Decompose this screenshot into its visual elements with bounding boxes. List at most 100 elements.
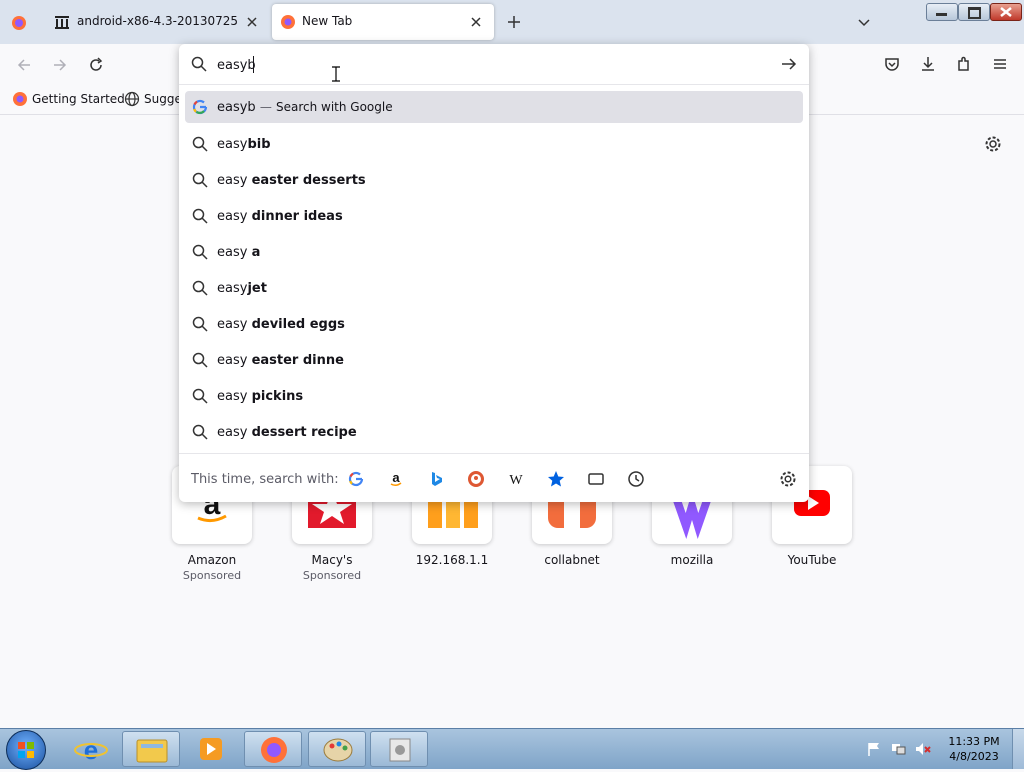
archive-icon	[55, 16, 69, 29]
firefox-icon	[261, 737, 287, 763]
firefox-view-button[interactable]	[8, 12, 30, 34]
suggestion-completion: dessert recipe	[251, 424, 357, 440]
close-icon[interactable]	[244, 14, 260, 30]
suggestion-row[interactable]: easy pickins	[185, 380, 803, 412]
firefox-icon	[281, 15, 295, 29]
forward-arrow-icon[interactable]	[52, 57, 68, 73]
url-input[interactable]	[217, 55, 737, 75]
suggestion-row[interactable]: easy dessert recipe	[185, 416, 803, 448]
suggestion-completion: jet	[247, 280, 267, 296]
search-icon	[192, 280, 208, 296]
taskbar-virtualbox[interactable]	[370, 731, 428, 767]
search-icon	[192, 352, 208, 368]
reload-icon[interactable]	[88, 57, 104, 73]
suggestion-row[interactable]: easy easter dinne	[185, 344, 803, 376]
paint-palette-icon	[323, 738, 353, 762]
close-icon	[1000, 7, 1012, 17]
taskbar-firefox[interactable]	[244, 731, 302, 767]
suggestion-completion: pickins	[251, 388, 304, 404]
tab-new-tab[interactable]: New Tab	[272, 4, 494, 40]
wikipedia-icon[interactable]: W	[507, 470, 525, 488]
suggestion-row[interactable]: easy easter desserts	[185, 164, 803, 196]
suggestion-completion: bib	[247, 136, 271, 152]
search-with-label: This time, search with:	[191, 472, 339, 487]
search-icon	[192, 136, 208, 152]
suggestion-search-with-google[interactable]: easyb — Search with Google	[185, 91, 803, 123]
separator: —	[259, 99, 272, 114]
clock-time: 11:33 PM	[948, 735, 1000, 748]
duckduckgo-icon[interactable]	[467, 470, 485, 488]
gear-icon[interactable]	[779, 470, 797, 488]
network-icon[interactable]	[890, 741, 906, 757]
tab-android-x86[interactable]: android-x86-4.3-20130725 : Free	[44, 4, 270, 40]
suggestion-prefix: easy	[217, 136, 248, 152]
tile-label: collabnet	[544, 553, 600, 567]
close-window-button[interactable]	[990, 3, 1022, 21]
system-clock[interactable]: 11:33 PM 4/8/2023	[944, 734, 1004, 764]
globe-icon	[124, 91, 140, 107]
search-icon	[191, 56, 207, 72]
suggestion-prefix: easy	[217, 172, 252, 188]
flag-icon[interactable]	[866, 741, 882, 757]
suggestion-completion: easter desserts	[251, 172, 366, 188]
suggestion-completion: a	[251, 244, 261, 260]
suggestion-row[interactable]: easy deviled eggs	[185, 308, 803, 340]
bing-icon[interactable]	[427, 470, 445, 488]
maximize-button[interactable]	[958, 3, 990, 21]
volume-muted-icon[interactable]	[914, 741, 932, 757]
firefox-icon	[13, 92, 27, 106]
search-engine-bar: This time, search with: a W	[179, 453, 809, 503]
gear-icon[interactable]	[984, 135, 1002, 153]
hamburger-menu-icon[interactable]	[992, 56, 1008, 72]
search-icon	[192, 208, 208, 224]
back-arrow-icon[interactable]	[16, 57, 32, 73]
new-tab-plus-icon[interactable]	[506, 14, 522, 30]
bookmark-label: Getting Started	[32, 92, 125, 106]
extensions-icon[interactable]	[956, 56, 972, 72]
tile-sponsored-label: Sponsored	[302, 569, 362, 582]
urlbar-popup: easyb — Search with Google easybib easy …	[179, 44, 809, 502]
suggestion-prefix: easy	[217, 280, 248, 296]
taskbar-explorer[interactable]	[122, 731, 180, 767]
minimize-button[interactable]	[926, 3, 958, 21]
suggestion-row[interactable]: easy a	[185, 236, 803, 268]
google-icon[interactable]	[347, 470, 365, 488]
bookmarks-star-icon[interactable]	[547, 470, 565, 488]
history-clock-icon[interactable]	[627, 470, 645, 488]
ibeam-cursor-icon	[332, 66, 340, 82]
suggestion-completion: dinner ideas	[251, 208, 343, 224]
start-button[interactable]	[6, 730, 46, 770]
search-icon	[192, 244, 208, 260]
media-player-icon	[200, 738, 222, 760]
download-icon[interactable]	[920, 56, 936, 72]
taskbar-media-player[interactable]	[182, 731, 240, 767]
search-icon	[192, 172, 208, 188]
go-arrow-icon[interactable]	[781, 56, 797, 72]
taskbar-paint[interactable]	[308, 731, 366, 767]
suggestion-row[interactable]: easybib	[185, 128, 803, 160]
taskbar: e 11:33 PM 4/8/2023	[0, 728, 1024, 770]
close-icon[interactable]	[468, 14, 484, 30]
bookmark-getting-started[interactable]: Getting Started	[12, 91, 125, 107]
tile-label: Macy's	[311, 553, 353, 567]
tabs-icon[interactable]	[587, 470, 605, 488]
windows-logo-icon	[18, 742, 34, 758]
chevron-down-icon[interactable]	[856, 14, 872, 30]
search-action-label: Search with Google	[275, 99, 393, 114]
suggestion-row[interactable]: easy dinner ideas	[185, 200, 803, 232]
suggestion-prefix: easy	[217, 388, 252, 404]
tile-sponsored-label: Sponsored	[182, 569, 242, 582]
tab-strip: android-x86-4.3-20130725 : Free New Tab	[0, 0, 1024, 44]
tab-title: android-x86-4.3-20130725 : Free	[77, 14, 243, 28]
google-icon	[192, 99, 208, 115]
suggestion-row[interactable]: easyjet	[185, 272, 803, 304]
amazon-icon[interactable]: a	[387, 470, 405, 488]
tile-label: 192.168.1.1	[415, 553, 489, 567]
show-desktop-button[interactable]	[1012, 729, 1024, 769]
internet-explorer-icon: e	[74, 735, 108, 765]
svg-text:e: e	[84, 735, 98, 765]
pocket-icon[interactable]	[884, 56, 900, 72]
svg-text:W: W	[509, 473, 523, 488]
tile-label: Amazon	[187, 553, 237, 567]
taskbar-internet-explorer[interactable]: e	[62, 731, 120, 767]
